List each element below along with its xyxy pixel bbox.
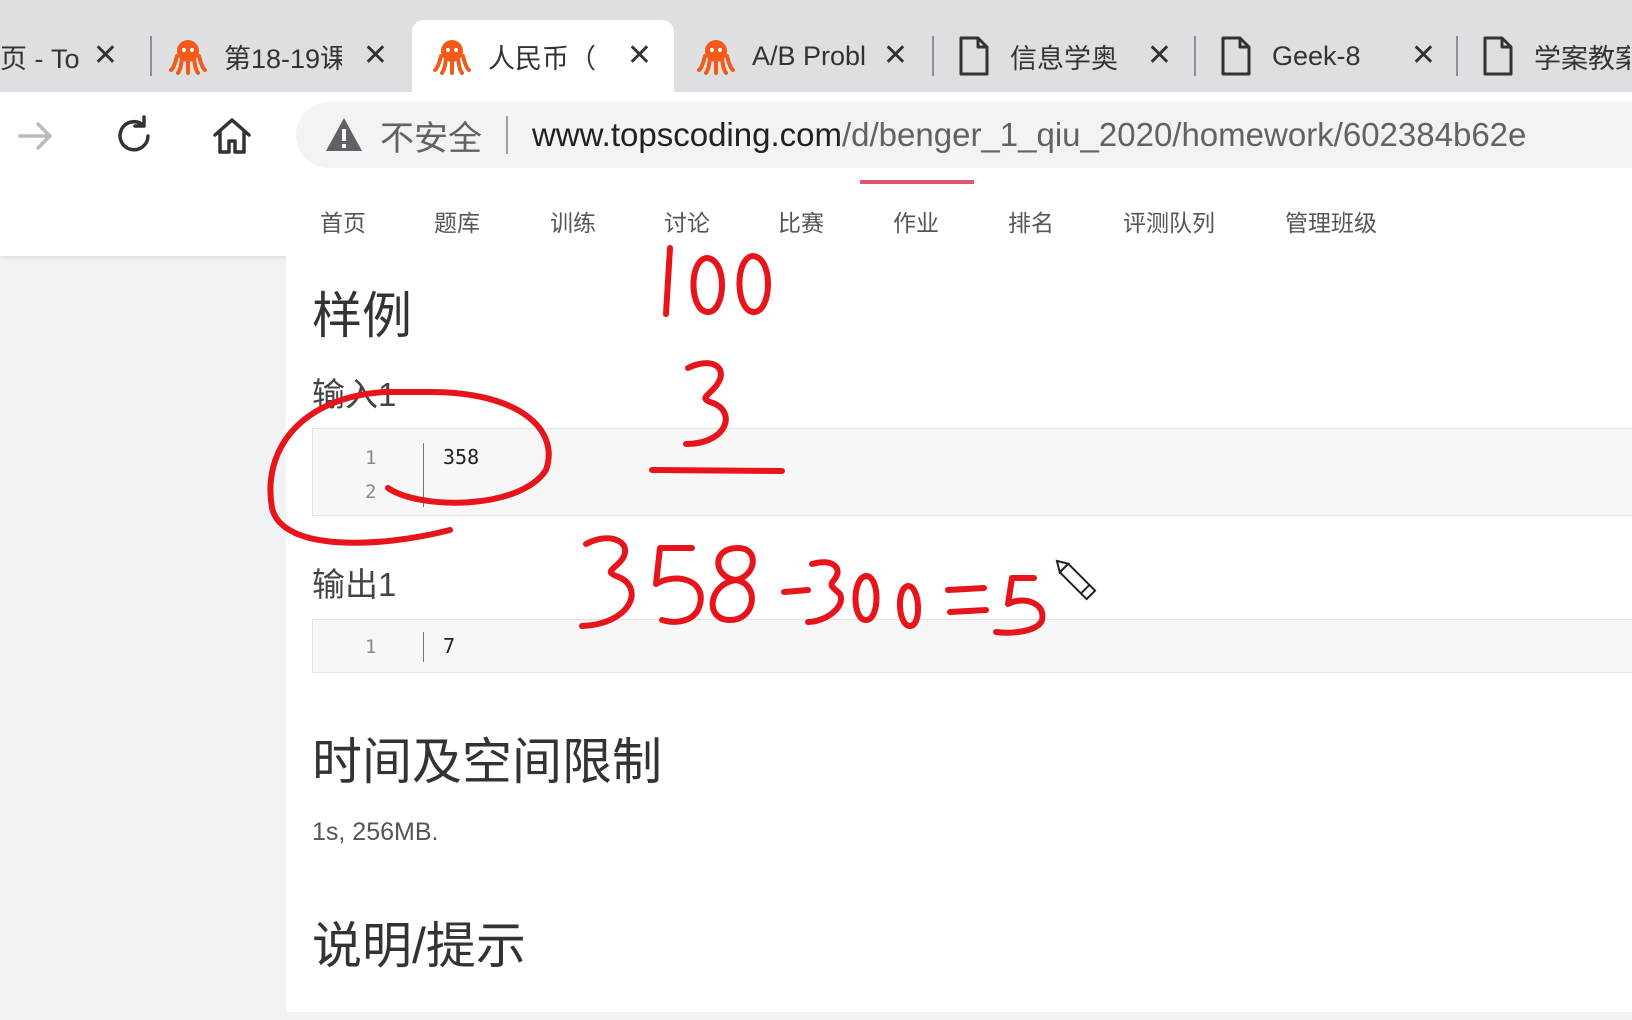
octopus-icon <box>166 34 210 78</box>
close-icon[interactable]: ✕ <box>93 38 118 74</box>
address-bar[interactable]: 不安全 www.topscoding.com/d/benger_1_qiu_20… <box>296 102 1632 168</box>
octopus-icon <box>430 34 474 78</box>
line-number: 2 <box>365 481 377 503</box>
nav-active-indicator <box>860 180 974 184</box>
tab-separator <box>1456 36 1458 76</box>
nav-item-training[interactable]: 训练 <box>550 204 596 238</box>
output-label: 输出1 <box>312 566 397 603</box>
sample-heading: 样例 <box>312 288 412 344</box>
home-button[interactable] <box>206 110 258 162</box>
close-icon[interactable]: ✕ <box>1411 38 1436 74</box>
tab-strip: 页 - To ✕ 第18-19课 ✕ 人民币（ ✕ A/B Probl ✕ 信息… <box>0 0 1632 92</box>
nav-item-manage-class[interactable]: 管理班级 <box>1285 204 1377 238</box>
tab-3[interactable]: A/B Probl ✕ <box>694 20 930 92</box>
nav-item-problems[interactable]: 题库 <box>434 204 480 238</box>
tab-title: 信息学奥 <box>1010 43 1118 74</box>
sample-input-box[interactable]: 1 2 358 <box>312 428 1632 516</box>
security-label[interactable]: 不安全 <box>380 111 482 160</box>
tab-1[interactable]: 第18-19课 ✕ <box>166 20 410 92</box>
code-line: 358 <box>443 445 480 469</box>
line-number: 1 <box>365 447 377 469</box>
tab-title: A/B Probl <box>752 40 867 71</box>
forward-button[interactable] <box>10 110 62 162</box>
tab-0[interactable]: 页 - To ✕ <box>0 20 140 92</box>
nav-item-discuss[interactable]: 讨论 <box>664 204 710 238</box>
document-icon <box>1214 34 1258 78</box>
url-text[interactable]: www.topscoding.com/d/benger_1_qiu_2020/h… <box>532 116 1526 154</box>
code-gutter-divider <box>423 443 424 507</box>
site-nav: 首页 题库 训练 讨论 比赛 作业 排名 评测队列 管理班级 <box>0 180 1632 256</box>
browser-toolbar: 不安全 www.topscoding.com/d/benger_1_qiu_20… <box>0 92 1632 180</box>
tab-6[interactable]: 学案教案 <box>1476 20 1632 92</box>
tab-separator <box>932 36 934 76</box>
tab-title: 页 - To <box>0 43 80 74</box>
nav-item-judge-queue[interactable]: 评测队列 <box>1123 204 1215 238</box>
home-icon <box>213 118 251 154</box>
close-icon[interactable]: ✕ <box>627 38 652 74</box>
reload-button[interactable] <box>108 110 160 162</box>
tab-title: 学案教案 <box>1534 43 1630 74</box>
hint-heading: 说明/提示 <box>312 918 526 974</box>
tab-title: 第18-19课 <box>224 43 342 74</box>
limits-text: 1s, 256MB. <box>312 818 439 846</box>
tab-title: 人民币（ <box>488 43 596 74</box>
octopus-icon <box>694 34 738 78</box>
input-label: 输入1 <box>312 376 397 413</box>
reload-icon <box>118 115 150 152</box>
url-host: www.topscoding.com <box>532 116 842 153</box>
nav-item-homework[interactable]: 作业 <box>893 204 939 238</box>
tab-5[interactable]: Geek-8 ✕ <box>1214 20 1458 92</box>
limits-heading: 时间及空间限制 <box>312 734 662 790</box>
forward-arrow-icon <box>18 122 52 150</box>
url-path: /d/benger_1_qiu_2020/homework/602384b62e <box>841 116 1527 153</box>
nav-item-contest[interactable]: 比赛 <box>778 204 824 238</box>
document-icon <box>952 34 996 78</box>
close-icon[interactable]: ✕ <box>363 38 388 74</box>
tab-title: Geek-8 <box>1272 40 1361 71</box>
tab-4[interactable]: 信息学奥 ✕ <box>952 20 1194 92</box>
tab-separator <box>1194 36 1196 76</box>
document-icon <box>1476 34 1520 78</box>
nav-item-ranking[interactable]: 排名 <box>1008 204 1054 238</box>
line-number: 1 <box>365 636 377 658</box>
problem-content: 样例 输入1 1 2 358 输出1 1 7 时间及空间限制 1s, 256MB… <box>286 256 1632 1012</box>
warning-icon[interactable] <box>324 115 364 155</box>
code-line: 7 <box>443 634 456 658</box>
nav-item-home[interactable]: 首页 <box>320 204 366 238</box>
close-icon[interactable]: ✕ <box>1147 38 1172 74</box>
sample-output-box[interactable]: 1 7 <box>312 619 1632 673</box>
tab-2[interactable]: 人民币（ ✕ <box>412 20 674 92</box>
code-gutter-divider <box>423 632 424 662</box>
close-icon[interactable]: ✕ <box>883 38 908 74</box>
tab-separator <box>150 36 152 76</box>
omnibox-divider <box>506 116 508 154</box>
